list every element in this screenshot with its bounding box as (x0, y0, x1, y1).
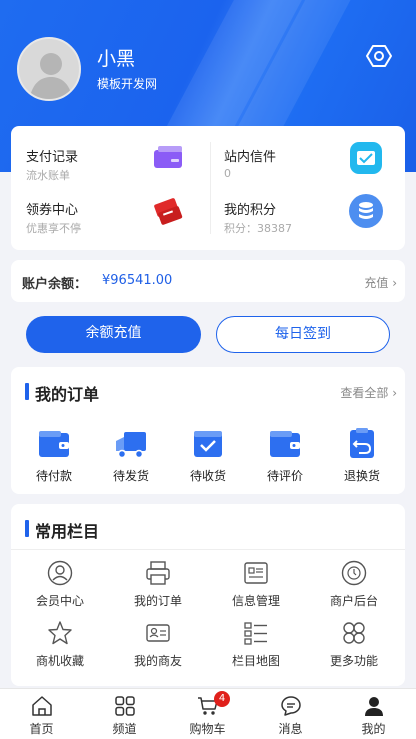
avatar[interactable] (17, 37, 81, 101)
column-label: 商户后台 (329, 594, 378, 608)
clover-icon (343, 622, 365, 644)
column-label: 我的商友 (133, 654, 182, 668)
column-opportunity-favorites[interactable]: 商机收藏 (11, 620, 109, 669)
common-columns-card: 常用栏目 会员中心 我的订单 信息管理 商户后台 商机收藏 我的商友 栏目地图 … (11, 504, 405, 686)
settings-icon[interactable] (366, 43, 392, 69)
recharge-link[interactable]: 充值 › (364, 274, 397, 291)
coins-icon (349, 194, 383, 228)
quick-item-title: 支付记录 (26, 150, 79, 165)
column-my-orders[interactable]: 我的订单 (109, 560, 207, 609)
coupon-center-item[interactable]: 领券中心 优惠享不停 (11, 179, 196, 235)
balance-value: ¥96541.00 (102, 273, 173, 288)
info-card-icon (244, 562, 268, 584)
cart-badge: 4 (214, 691, 230, 707)
quick-item-title: 我的积分 (224, 203, 277, 218)
printer-icon (146, 561, 170, 585)
return-icon (350, 428, 374, 458)
view-all-label: 查看全部 (340, 386, 389, 400)
my-points-item[interactable]: 我的积分 积分：38387 (209, 179, 394, 235)
order-label: 待收货 (189, 469, 226, 483)
bottom-tab-bar: 首页 频道 4 购物车 消息 我的 (0, 688, 416, 739)
id-card-icon (146, 624, 170, 642)
home-icon (31, 696, 52, 716)
column-site-map[interactable]: 栏目地图 (207, 620, 305, 669)
section-title: 常用栏目 (25, 518, 99, 542)
balance-recharge-button[interactable]: 余额充值 (26, 316, 201, 353)
tab-mine[interactable]: 我的 (332, 689, 415, 739)
column-more-features[interactable]: 更多功能 (305, 620, 403, 669)
column-label: 我的订单 (133, 594, 182, 608)
site-messages-item[interactable]: 站内信件 0 (209, 126, 394, 180)
balance-label: 账户余额： (22, 277, 88, 292)
box-check-icon (194, 431, 222, 457)
quick-item-title: 站内信件 (224, 150, 277, 165)
user-subtitle: 模板开发网 (97, 77, 158, 91)
tab-label: 我的 (361, 722, 386, 736)
my-orders-card: 我的订单 查看全部 › 待付款 待发货 待收货 待评价 退换货 (11, 367, 405, 494)
column-label: 商机收藏 (35, 654, 84, 668)
clock-icon (341, 560, 367, 586)
coupon-icon (154, 198, 183, 225)
chevron-right-icon: › (392, 386, 397, 400)
column-my-friends[interactable]: 我的商友 (109, 620, 207, 669)
wallet-icon (270, 431, 300, 457)
user-silhouette-icon (29, 53, 73, 99)
section-title: 我的订单 (25, 381, 99, 405)
tab-label: 购物车 (189, 722, 226, 736)
payment-records-item[interactable]: 支付记录 流水账单 (11, 126, 196, 182)
order-label: 待评价 (266, 469, 303, 483)
daily-checkin-button[interactable]: 每日签到 (216, 316, 390, 353)
column-member-center[interactable]: 会员中心 (11, 560, 109, 609)
order-label: 待付款 (35, 469, 72, 483)
user-icon (364, 697, 383, 716)
order-pending-shipment[interactable]: 待发货 (93, 427, 169, 484)
tab-home[interactable]: 首页 (0, 689, 83, 739)
card-icon (154, 146, 182, 168)
order-label: 待发货 (112, 469, 149, 483)
quick-links-card: 支付记录 流水账单 站内信件 0 领券中心 优惠享不停 我的积分 积分：3838… (11, 126, 405, 250)
order-label: 退换货 (343, 469, 380, 483)
user-circle-icon (47, 560, 73, 586)
recharge-label: 充值 (364, 276, 389, 290)
message-icon (350, 142, 382, 174)
quick-item-sub: 积分：38387 (224, 222, 292, 235)
quick-item-title: 领券中心 (26, 203, 79, 218)
chat-icon (280, 696, 301, 716)
grid-icon (114, 696, 135, 716)
username: 小黑 (97, 48, 136, 70)
list-icon (244, 622, 267, 645)
order-pending-receipt[interactable]: 待收货 (170, 427, 246, 484)
order-returns[interactable]: 退换货 (324, 427, 400, 484)
divider (210, 142, 211, 234)
column-label: 栏目地图 (231, 654, 280, 668)
column-label: 更多功能 (329, 654, 378, 668)
column-merchant-backend[interactable]: 商户后台 (305, 560, 403, 609)
balance-bar[interactable]: 账户余额： ¥96541.00 充值 › (11, 260, 405, 302)
tab-label: 消息 (278, 722, 303, 736)
tab-messages[interactable]: 消息 (249, 689, 332, 739)
tab-label: 频道 (112, 722, 137, 736)
column-label: 会员中心 (35, 594, 84, 608)
tab-channels[interactable]: 频道 (83, 689, 166, 739)
chevron-right-icon: › (392, 276, 397, 290)
order-pending-review[interactable]: 待评价 (247, 427, 323, 484)
column-label: 信息管理 (231, 594, 280, 608)
star-icon (48, 621, 72, 645)
view-all-link[interactable]: 查看全部 › (340, 384, 397, 401)
order-pending-payment[interactable]: 待付款 (16, 427, 92, 484)
column-info-management[interactable]: 信息管理 (207, 560, 305, 609)
wallet-icon (39, 431, 69, 457)
truck-icon (116, 432, 146, 459)
tab-label: 首页 (29, 722, 54, 736)
divider (11, 549, 405, 550)
quick-item-sub: 优惠享不停 (26, 222, 81, 235)
tab-cart[interactable]: 4 购物车 (166, 689, 249, 739)
